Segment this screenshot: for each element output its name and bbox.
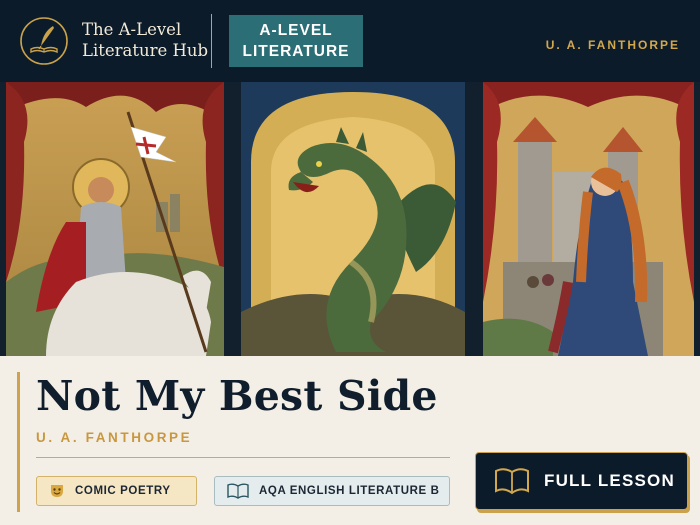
badge-line-2: LITERATURE	[242, 43, 350, 60]
site-logo-text[interactable]: The A-Level Literature Hub	[82, 19, 208, 61]
tag-label: AQA ENGLISH LITERATURE B	[259, 485, 440, 497]
logo-line-1: The A-Level	[82, 20, 182, 39]
tag-aqa-english-literature-b[interactable]: AQA ENGLISH LITERATURE B	[214, 476, 450, 506]
title-divider	[36, 457, 450, 458]
tag-label: COMIC POETRY	[75, 485, 171, 497]
theatre-mask-icon	[49, 483, 65, 499]
open-book-icon	[227, 483, 249, 499]
full-lesson-label: FULL LESSON	[544, 471, 675, 490]
badge-line-1: A-LEVEL	[259, 22, 333, 39]
quill-book-logo-icon[interactable]	[19, 16, 69, 66]
header-divider	[211, 14, 212, 68]
knight-panel	[6, 82, 224, 356]
princess-panel	[483, 82, 694, 356]
header-author: U. A. FANTHORPE	[545, 38, 680, 52]
illustration-strip	[0, 82, 700, 356]
site-header: The A-Level Literature Hub A-LEVEL LITER…	[0, 0, 700, 82]
logo-line-2: Literature Hub	[82, 41, 209, 60]
poem-title: Not My Best Side	[36, 372, 438, 420]
a-level-literature-badge[interactable]: A-LEVEL LITERATURE	[229, 15, 363, 67]
poem-author: U. A. FANTHORPE	[36, 430, 193, 445]
open-book-icon	[494, 467, 530, 495]
tag-comic-poetry[interactable]: COMIC POETRY	[36, 476, 197, 506]
full-lesson-button[interactable]: FULL LESSON	[475, 452, 688, 510]
title-accent-bar	[17, 372, 20, 512]
dragon-panel	[241, 82, 465, 356]
